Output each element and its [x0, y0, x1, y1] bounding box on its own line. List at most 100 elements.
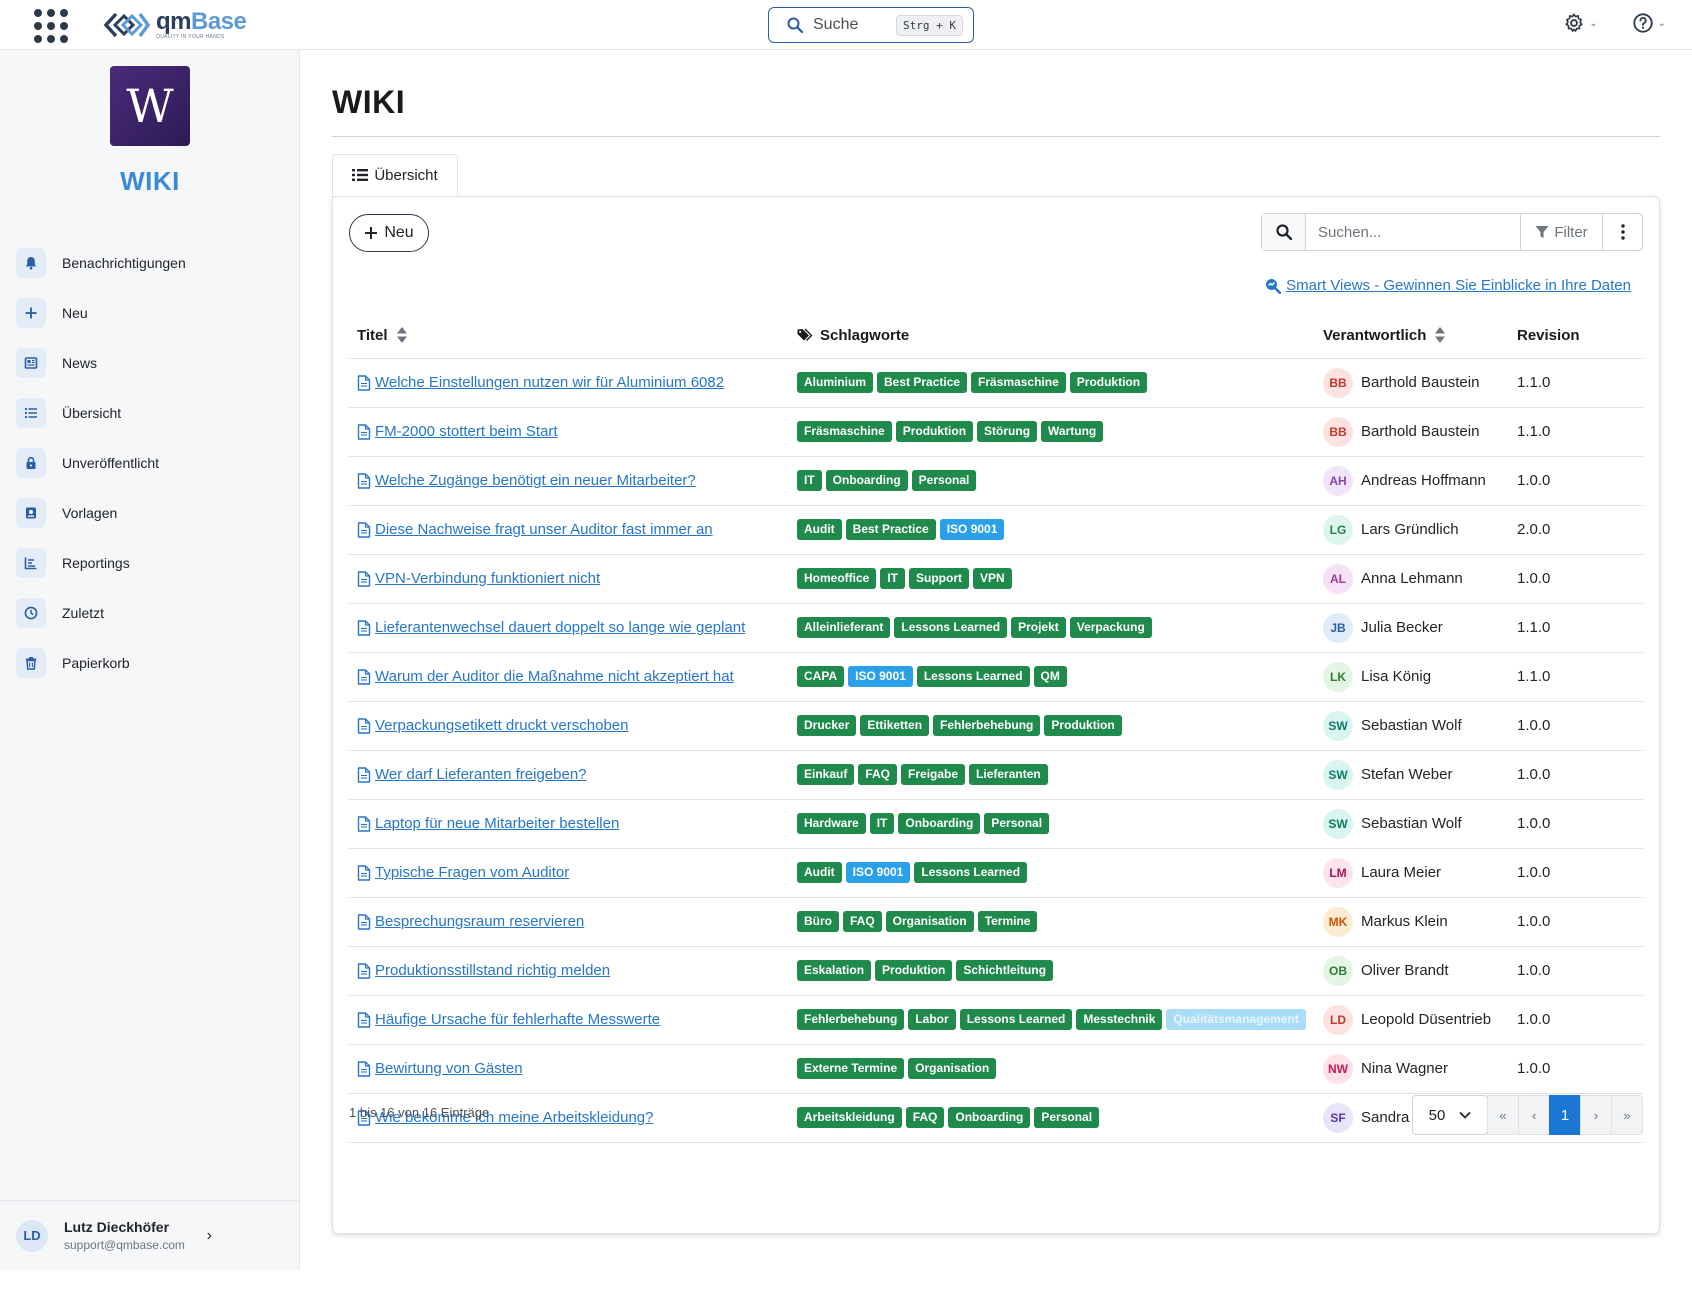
sidebar-item-benachrichtigungen[interactable]: Benachrichtigungen [16, 238, 286, 288]
tag-badge[interactable]: Lessons Learned [914, 862, 1028, 883]
tag-badge[interactable]: Termine [977, 911, 1038, 932]
tag-badge[interactable]: Ettiketten [860, 715, 930, 736]
sidebar-item-uebersicht[interactable]: Übersicht [16, 388, 286, 438]
tag-badge[interactable]: IT [880, 568, 906, 589]
first-page-button[interactable]: « [1487, 1095, 1519, 1135]
smart-views-link[interactable]: Smart Views - Gewinnen Sie Einblicke in … [1265, 277, 1631, 294]
tag-badge[interactable]: Hardware [797, 813, 866, 834]
wiki-entry-link[interactable]: Häufige Ursache für fehlerhafte Messwert… [357, 1011, 781, 1028]
wiki-entry-link[interactable]: Lieferantenwechsel dauert doppelt so lan… [357, 619, 781, 636]
tag-badge[interactable]: FAQ [858, 764, 898, 785]
tag-badge[interactable]: CAPA [797, 666, 845, 687]
tag-badge[interactable]: Fräsmaschine [971, 372, 1066, 393]
tag-badge[interactable]: Audit [797, 519, 842, 540]
tag-badge[interactable]: Produktion [875, 960, 953, 981]
tag-badge[interactable]: Best Practice [845, 519, 936, 540]
tag-badge[interactable]: Alleinlieferant [797, 617, 891, 638]
tag-badge[interactable]: Wartung [1041, 421, 1104, 442]
sidebar-item-neu[interactable]: Neu [16, 288, 286, 338]
wiki-entry-link[interactable]: Laptop für neue Mitarbeiter bestellen [357, 815, 781, 832]
qmbase-logo[interactable]: qmBase QUALITY IN YOUR HANDS [102, 8, 247, 42]
sidebar-item-news[interactable]: News [16, 338, 286, 388]
wiki-entry-link[interactable]: Bewirtung von Gästen [357, 1060, 781, 1077]
table-search-input[interactable] [1306, 214, 1520, 250]
wiki-entry-link[interactable]: Warum der Auditor die Maßnahme nicht akz… [357, 668, 781, 685]
tag-badge[interactable]: Onboarding [898, 813, 981, 834]
sidebar-item-papierkorb[interactable]: Papierkorb [16, 638, 286, 688]
tag-badge[interactable]: Eskalation [797, 960, 872, 981]
wiki-entry-link[interactable]: Welche Einstellungen nutzen wir für Alum… [357, 374, 781, 391]
help-menu-button[interactable]: ⌄ [1632, 12, 1666, 34]
tag-badge[interactable]: ISO 9001 [845, 862, 911, 883]
user-profile[interactable]: LD Lutz Dieckhöfer support@qmbase.com › [0, 1200, 300, 1270]
tag-badge[interactable]: IT [797, 470, 822, 491]
wiki-entry-link[interactable]: VPN-Verbindung funktioniert nicht [357, 570, 781, 587]
column-header-title[interactable]: Titel [349, 313, 789, 359]
tag-badge[interactable]: Produktion [895, 421, 974, 442]
tag-badge[interactable]: Einkauf [797, 764, 855, 785]
column-header-owner[interactable]: Verantwortlich [1315, 313, 1509, 359]
tag-badge[interactable]: Lessons Learned [916, 666, 1030, 687]
table-row[interactable]: Produktionsstillstand richtig melden Eska… [349, 946, 1643, 996]
next-page-button[interactable]: › [1580, 1095, 1612, 1135]
tag-badge[interactable]: Lessons Learned [959, 1009, 1073, 1030]
search-button[interactable] [1262, 214, 1306, 250]
sidebar-item-zuletzt[interactable]: Zuletzt [16, 588, 286, 638]
table-row[interactable]: Besprechungsraum reservieren Büro FAQ Organ… [349, 897, 1643, 947]
tag-badge[interactable]: Störung [977, 421, 1038, 442]
tag-badge[interactable]: Support [909, 568, 970, 589]
wiki-entry-link[interactable]: Wer darf Lieferanten freigeben? [357, 766, 781, 783]
tag-badge[interactable]: Lieferanten [969, 764, 1048, 785]
table-row[interactable]: Welche Zugänge benötigt ein neuer Mitarb… [349, 456, 1643, 506]
tag-badge[interactable]: Aluminium [797, 372, 873, 393]
tab-overview[interactable]: Übersicht [332, 154, 458, 196]
filter-button[interactable]: Filter [1520, 214, 1602, 250]
tag-badge[interactable]: Drucker [797, 715, 857, 736]
tag-badge[interactable]: Onboarding [825, 470, 908, 491]
table-row[interactable]: Diese Nachweise fragt unser Auditor fast… [349, 505, 1643, 555]
settings-menu-button[interactable]: ⌄ [1563, 12, 1598, 34]
wiki-entry-link[interactable]: Typische Fragen vom Auditor [357, 864, 781, 881]
tag-badge[interactable]: Labor [908, 1009, 956, 1030]
tag-badge[interactable]: Audit [797, 862, 842, 883]
tag-badge[interactable]: Freigabe [901, 764, 966, 785]
tag-badge[interactable]: Best Practice [877, 372, 968, 393]
table-row[interactable]: FM-2000 stottert beim Start Fräsmaschine P… [349, 407, 1643, 457]
table-row[interactable]: Wer darf Lieferanten freigeben? Einkauf FA… [349, 750, 1643, 800]
wiki-entry-link[interactable]: Besprechungsraum reservieren [357, 913, 781, 930]
tag-badge[interactable]: Fräsmaschine [797, 421, 892, 442]
tag-badge[interactable]: QM [1033, 666, 1067, 687]
tag-badge[interactable]: Arbeitskleidung [797, 1107, 902, 1128]
sidebar-item-vorlagen[interactable]: Vorlagen [16, 488, 286, 538]
tag-badge[interactable]: Büro [797, 911, 839, 932]
wiki-entry-link[interactable]: Diese Nachweise fragt unser Auditor fast… [357, 521, 781, 538]
table-row[interactable]: VPN-Verbindung funktioniert nicht Homeoff… [349, 554, 1643, 604]
app-launcher-icon[interactable] [34, 9, 68, 43]
tag-badge[interactable]: Lessons Learned [894, 617, 1008, 638]
page-1-button[interactable]: 1 [1549, 1095, 1581, 1135]
last-page-button[interactable]: » [1611, 1095, 1643, 1135]
tag-badge[interactable]: Organisation [885, 911, 974, 932]
new-entry-button[interactable]: Neu [349, 214, 429, 252]
tag-badge[interactable]: FAQ [843, 911, 882, 932]
tag-badge[interactable]: FAQ [905, 1107, 945, 1128]
wiki-entry-link[interactable]: Verpackungsetikett druckt verschoben [357, 717, 781, 734]
table-row[interactable]: Häufige Ursache für fehlerhafte Messwert… [349, 995, 1643, 1045]
tag-badge[interactable]: Externe Termine [797, 1058, 905, 1079]
tag-badge[interactable]: Fehlerbehebung [933, 715, 1041, 736]
tag-badge[interactable]: ISO 9001 [848, 666, 913, 687]
tag-badge[interactable]: Homeoffice [797, 568, 877, 589]
tag-badge[interactable]: Schichtleitung [956, 960, 1054, 981]
tag-badge[interactable]: Fehlerbehebung [797, 1009, 905, 1030]
table-row[interactable]: Laptop für neue Mitarbeiter bestellen Har… [349, 799, 1643, 849]
tag-badge[interactable]: IT [869, 813, 895, 834]
table-row[interactable]: Typische Fragen vom Auditor Audit ISO 9001… [349, 848, 1643, 898]
sidebar-item-reportings[interactable]: Reportings [16, 538, 286, 588]
wiki-entry-link[interactable]: FM-2000 stottert beim Start [357, 423, 781, 440]
table-row[interactable]: Lieferantenwechsel dauert doppelt so lan… [349, 603, 1643, 653]
tag-badge[interactable]: Personal [1034, 1107, 1100, 1128]
sidebar-item-unveroeffentlicht[interactable]: Unveröffentlicht [16, 438, 286, 488]
tag-badge[interactable]: Messtechnik [1076, 1009, 1163, 1030]
tag-badge[interactable]: Personal [911, 470, 977, 491]
page-size-select[interactable]: 50 [1412, 1095, 1488, 1135]
